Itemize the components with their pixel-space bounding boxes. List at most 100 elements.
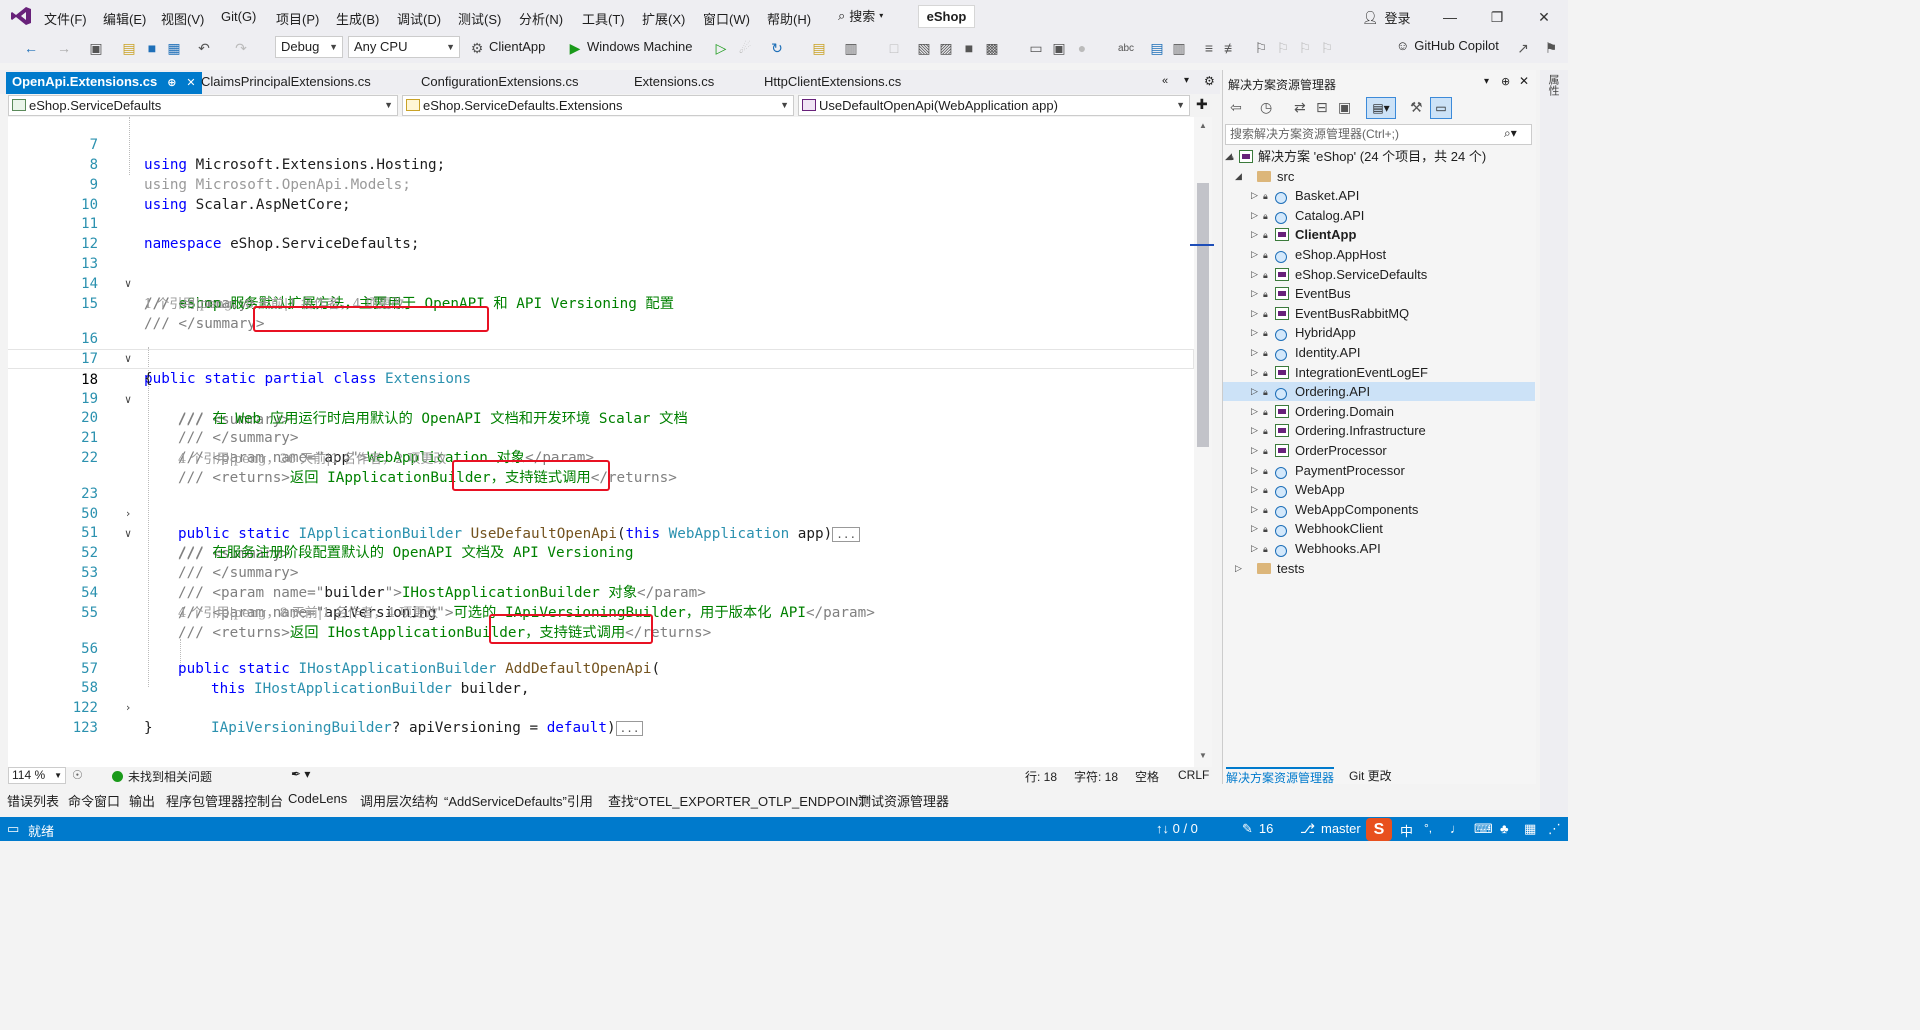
tree-solution[interactable]: ◢ 🔒︎ 解决方案 'eShop' (24 个项目，共 24 个)	[1223, 147, 1535, 166]
back-icon[interactable]: ⇦	[1230, 99, 1242, 116]
toolbar-tool-7-icon[interactable]: ▥	[1170, 39, 1188, 57]
solution-explorer-search-input[interactable]: 搜索解决方案资源管理器(Ctrl+;)	[1225, 124, 1532, 145]
tab-references[interactable]: “AddServiceDefaults”引用	[444, 791, 593, 810]
pending-changes[interactable]: ✎ 16	[1242, 821, 1273, 837]
collapsed-arrow-icon[interactable]: ▷	[1251, 363, 1258, 382]
whitespace-indicator[interactable]: 空格	[1135, 768, 1159, 785]
refresh-icon[interactable]: ↻	[768, 39, 786, 57]
menu-debug[interactable]: 调试(D)	[397, 9, 441, 28]
scroll-up-icon[interactable]: ▲	[1199, 121, 1207, 130]
member-navigation-select[interactable]: UseDefaultOpenApi(WebApplication app) ▼	[798, 95, 1190, 116]
collapsed-arrow-icon[interactable]: ▷	[1251, 461, 1258, 480]
tree-project-orderprocessor[interactable]: ▷ 🔒︎ OrderProcessor	[1223, 441, 1535, 460]
toolbar-tool-2-icon[interactable]: ▨	[937, 39, 955, 57]
show-all-files-icon[interactable]: ▣	[1338, 99, 1351, 116]
minimize-button[interactable]: —	[1435, 6, 1465, 28]
tab-configuration-extensions[interactable]: ConfigurationExtensions.cs	[421, 72, 579, 94]
tree-project-ordering-api[interactable]: ▷ 🔒︎ Ordering.API	[1223, 382, 1535, 402]
tree-project-clientapp[interactable]: ▷ 🔒︎ ClientApp	[1223, 225, 1535, 244]
menu-file[interactable]: 文件(F)	[44, 9, 87, 28]
open-folder-icon[interactable]: ▤	[120, 39, 138, 57]
collapsed-arrow-icon[interactable]: ▷	[1251, 265, 1258, 284]
tree-folder-tests[interactable]: ▷ tests	[1223, 559, 1535, 578]
project-navigation-select[interactable]: eShop.ServiceDefaults ▼	[8, 95, 398, 116]
login-button[interactable]: 👤︎ 登录	[1362, 8, 1411, 27]
redo-icon[interactable]: ↷	[232, 39, 250, 57]
collapsed-arrow-icon[interactable]: ▷	[1251, 304, 1258, 323]
collapsed-arrow-icon[interactable]: ▷	[1251, 225, 1258, 244]
health-icon[interactable]: ☉	[72, 768, 83, 782]
tree-project-eventbus[interactable]: ▷ 🔒︎ EventBus	[1223, 284, 1535, 303]
collapsed-arrow-icon[interactable]: ▷	[1251, 421, 1258, 440]
navigate-forward-icon[interactable]: →	[55, 39, 73, 57]
skin-icon[interactable]: ♣	[1500, 821, 1509, 836]
collapsed-arrow-icon[interactable]: ▷	[1251, 539, 1258, 558]
tab-dropdown-icon[interactable]: ▾	[1184, 75, 1189, 86]
collapsed-arrow-icon[interactable]: ▷	[1251, 519, 1258, 538]
scroll-tabs-icon[interactable]: «	[1162, 75, 1168, 87]
tree-project-ordering-domain[interactable]: ▷ 🔒︎ Ordering.Domain	[1223, 402, 1535, 421]
maximize-button[interactable]: ❐	[1482, 6, 1512, 28]
tree-project-webappcomponents[interactable]: ▷ 🔒︎ WebAppComponents	[1223, 500, 1535, 519]
tree-project-eshop-servicedefaults[interactable]: ▷ 🔒︎ eShop.ServiceDefaults	[1223, 265, 1535, 284]
tab-git-changes[interactable]: Git 更改	[1349, 767, 1392, 784]
collapsed-arrow-icon[interactable]: ▷	[1251, 441, 1258, 460]
close-icon[interactable]: ✕	[186, 77, 195, 89]
menu-window[interactable]: 窗口(W)	[703, 9, 750, 28]
undo-icon[interactable]: ↶	[195, 39, 213, 57]
collapse-all-icon[interactable]: ⊟	[1316, 99, 1328, 116]
menu-edit[interactable]: 编辑(E)	[103, 9, 146, 28]
tab-find-results[interactable]: 查找“OTEL_EXPORTER_OTLP_ENDPOINT”	[608, 791, 871, 810]
tree-project-hybridapp[interactable]: ▷ 🔒︎ HybridApp	[1223, 323, 1535, 342]
tree-project-identity-api[interactable]: ▷ 🔒︎ Identity.API	[1223, 343, 1535, 362]
share-icon[interactable]: ↗	[1514, 39, 1532, 57]
collapsed-arrow-icon[interactable]: ▷	[1251, 382, 1258, 401]
collapsed-arrow-icon[interactable]: ▷	[1251, 245, 1258, 264]
play-icon[interactable]: ▶	[566, 39, 584, 57]
collapsed-arrow-icon[interactable]: ▷	[1251, 500, 1258, 519]
panel-dropdown-icon[interactable]: ▾	[1484, 76, 1489, 87]
collapsed-arrow-icon[interactable]: ▷	[1251, 284, 1258, 303]
new-project-icon[interactable]: ▣	[87, 39, 105, 57]
expanded-arrow-icon[interactable]: ◢	[1235, 167, 1242, 186]
split-editor-icon[interactable]: ✚	[1196, 96, 1208, 113]
tab-openapi-extensions[interactable]: OpenApi.Extensions.cs ⊕ ✕	[6, 72, 202, 94]
tab-solution-explorer[interactable]: 解决方案资源管理器	[1226, 767, 1335, 786]
ime-mode[interactable]: 中	[1400, 821, 1413, 840]
search-icon[interactable]: ⌕▾	[1504, 126, 1517, 141]
collapsed-arrow-icon[interactable]: ▷	[1251, 323, 1258, 342]
git-branch[interactable]: ⎇ master	[1300, 821, 1361, 837]
tree-project-ordering-infrastructure[interactable]: ▷ 🔒︎ Ordering.Infrastructure	[1223, 421, 1535, 440]
tree-project-webhookclient[interactable]: ▷ 🔒︎ WebhookClient	[1223, 519, 1535, 538]
comment-out-icon[interactable]: ≡	[1200, 39, 1218, 57]
clipboard-icon[interactable]: □	[885, 39, 903, 57]
bookmark-icon[interactable]: ⚐	[1252, 39, 1270, 57]
menu-build[interactable]: 生成(B)	[336, 9, 379, 28]
toolbar-tool-4-icon[interactable]: ▣	[1050, 39, 1068, 57]
column-indicator[interactable]: 字符: 18	[1074, 768, 1118, 785]
properties-side-tab[interactable]: 属性	[1545, 74, 1561, 96]
global-search[interactable]: ⌕ 搜索 ▾	[838, 6, 883, 25]
menu-view[interactable]: 视图(V)	[161, 9, 204, 28]
collapsed-region[interactable]: ...	[615, 721, 644, 736]
sync-icon[interactable]: ⇄	[1294, 99, 1306, 116]
scroll-down-icon[interactable]: ▼	[1199, 751, 1207, 760]
monitor-icon[interactable]: ▭	[1027, 39, 1045, 57]
tree-project-webhooks-api[interactable]: ▷ 🔒︎ Webhooks.API	[1223, 539, 1535, 558]
code-cleanup-icon[interactable]: ✒ ▾	[291, 767, 310, 781]
tab-package-manager-console[interactable]: 程序包管理器控制台	[166, 791, 283, 810]
tree-project-webapp[interactable]: ▷ 🔒︎ WebApp	[1223, 480, 1535, 499]
collapsed-arrow-icon[interactable]: ▷	[1251, 343, 1258, 362]
menu-git[interactable]: Git(G)	[221, 9, 256, 24]
collapsed-arrow-icon[interactable]: ▷	[1251, 480, 1258, 499]
issues-indicator[interactable]: 未找到相关问题	[112, 768, 212, 785]
tree-project-integrationeventlogef[interactable]: ▷ 🔒︎ IntegrationEventLogEF	[1223, 363, 1535, 382]
git-sync-status[interactable]: ↑↓ 0 / 0	[1156, 821, 1198, 836]
collapsed-arrow-icon[interactable]: ▷	[1235, 559, 1242, 578]
pin-icon[interactable]: ⊕	[167, 77, 176, 89]
line-ending-indicator[interactable]: CRLF	[1178, 768, 1209, 782]
tree-project-eshop-apphost[interactable]: ▷ 🔒︎ eShop.AppHost	[1223, 245, 1535, 264]
properties-wrench-icon[interactable]: ⚒	[1410, 99, 1423, 116]
tab-error-list[interactable]: 错误列表	[7, 791, 59, 810]
menu-help[interactable]: 帮助(H)	[767, 9, 811, 28]
